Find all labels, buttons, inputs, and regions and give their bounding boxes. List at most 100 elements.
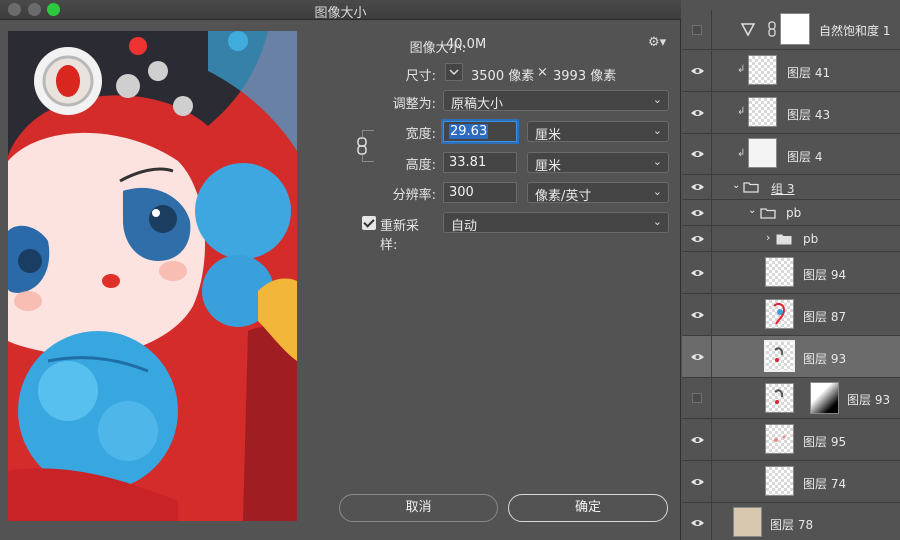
eye-icon[interactable] — [691, 209, 704, 217]
visibility-column — [682, 336, 712, 377]
visibility-toggle[interactable] — [692, 25, 702, 35]
layer-mask-thumbnail — [780, 13, 810, 45]
eye-icon[interactable] — [691, 150, 704, 158]
height-input-value: 33.81 — [449, 155, 487, 170]
eye-icon[interactable] — [691, 519, 704, 527]
link-icon[interactable] — [355, 137, 369, 155]
chevron-right-icon[interactable]: › — [766, 231, 770, 244]
layer-name: 图层 94 — [803, 268, 847, 282]
layer-name: 图层 78 — [770, 518, 814, 532]
layer-row[interactable]: 图层 95 — [682, 419, 900, 461]
height-unit-select[interactable]: 厘米 ⌄ — [527, 152, 669, 174]
figure-thumbnail-art — [773, 302, 786, 325]
height-input[interactable]: 33.81 — [443, 152, 517, 173]
visibility-column — [682, 134, 712, 174]
resample-checkbox[interactable] — [362, 216, 376, 230]
dimensions-height-value: 3993 像素 — [553, 69, 617, 84]
chain-link-icon — [768, 21, 776, 37]
layer-row[interactable]: › pb — [682, 226, 900, 252]
fit-to-label: 调整为: — [392, 97, 436, 112]
layer-row[interactable]: ↲ 图层 43 — [682, 92, 900, 134]
layer-name: 图层 43 — [787, 108, 831, 122]
layers-panel: 自然饱和度 1 ↲ 图层 41 ↲ 图层 43 ↲ 图层 4 ⌄ 组 3 ⌄ p… — [682, 0, 900, 540]
eye-icon[interactable] — [691, 67, 704, 75]
resolution-input-value: 300 — [449, 185, 474, 200]
layer-row[interactable]: ↲ 图层 4 — [682, 134, 900, 175]
photoshop-window: 图像大小 图像大小: 40.0M ⚙▾ 尺寸: 3500 像素 × 3993 像… — [0, 0, 900, 540]
visibility-toggle[interactable] — [692, 393, 702, 403]
chevron-down-icon — [449, 69, 459, 76]
preview-illustration — [8, 31, 297, 521]
layer-thumbnail — [765, 424, 794, 454]
chevron-down-icon[interactable]: ⌄ — [748, 205, 756, 216]
layer-name: pb — [786, 206, 802, 220]
figure-thumbnail-art — [774, 435, 786, 442]
resolution-unit-select[interactable]: 像素/英寸 ⌄ — [527, 182, 669, 204]
eye-icon[interactable] — [691, 109, 704, 117]
layer-row[interactable]: ⌄ 组 3 — [682, 175, 900, 200]
visibility-column — [682, 503, 712, 540]
eye-icon[interactable] — [691, 311, 704, 319]
width-input[interactable]: 29.63 — [443, 121, 517, 142]
layer-row[interactable]: 图层 94 — [682, 252, 900, 294]
ok-button[interactable]: 确定 — [508, 494, 668, 522]
clipping-arrow-icon: ↲ — [737, 106, 746, 117]
visibility-column — [682, 378, 712, 418]
layer-row[interactable]: 图层 78 — [682, 503, 900, 540]
layer-name: 图层 93 — [847, 393, 891, 407]
folder-icon — [760, 208, 776, 219]
resample-select[interactable]: 自动 ⌄ — [443, 212, 669, 234]
eye-icon[interactable] — [691, 183, 704, 191]
visibility-column — [682, 10, 712, 49]
image-size-dialog: 图像大小 图像大小: 40.0M ⚙▾ 尺寸: 3500 像素 × 3993 像… — [0, 0, 681, 540]
image-preview[interactable] — [8, 31, 297, 521]
chevron-down-icon: ⌄ — [652, 155, 662, 168]
layer-row[interactable]: 自然饱和度 1 — [682, 10, 900, 50]
image-size-value: 40.0M — [446, 37, 487, 52]
clipping-arrow-icon: ↲ — [737, 148, 746, 159]
layer-name: 图层 4 — [787, 150, 823, 164]
cancel-button[interactable]: 取消 — [339, 494, 498, 522]
layer-row-selected[interactable]: 图层 93 — [682, 336, 900, 378]
eye-icon[interactable] — [691, 235, 704, 243]
chevron-down-icon: ⌄ — [652, 124, 662, 137]
dimensions-label: 尺寸: — [405, 69, 436, 84]
dimensions-width-value: 3500 像素 — [471, 69, 535, 84]
clipping-arrow-icon: ↲ — [737, 64, 746, 75]
width-unit-select[interactable]: 厘米 ⌄ — [527, 121, 669, 143]
resolution-input[interactable]: 300 — [443, 182, 517, 203]
width-label: 宽度: — [405, 127, 436, 142]
layer-name: 图层 74 — [803, 477, 847, 491]
resample-label: 重新采样: — [380, 219, 420, 253]
visibility-column — [682, 51, 712, 91]
layer-thumbnail — [733, 507, 762, 537]
visibility-column — [682, 200, 712, 225]
layer-row[interactable]: 图层 74 — [682, 461, 900, 503]
visibility-column — [682, 175, 712, 199]
gear-icon[interactable]: ⚙▾ — [648, 35, 666, 50]
chevron-down-icon: ⌄ — [652, 215, 662, 228]
layer-thumbnail — [765, 466, 794, 496]
visibility-column — [682, 252, 712, 293]
layer-row[interactable]: 图层 93 — [682, 378, 900, 419]
eye-icon[interactable] — [691, 478, 704, 486]
resolution-unit-value: 像素/英寸 — [535, 189, 592, 204]
layer-row[interactable]: 图层 87 — [682, 294, 900, 336]
figure-thumbnail-art — [774, 389, 784, 404]
eye-icon[interactable] — [691, 353, 704, 361]
vibrance-adjustment-icon — [740, 23, 756, 37]
fit-to-select[interactable]: 原稿大小 ⌄ — [443, 90, 669, 112]
layer-thumbnail — [765, 257, 794, 287]
chevron-down-icon: ⌄ — [652, 93, 662, 106]
layer-name: 图层 41 — [787, 66, 831, 80]
eye-icon[interactable] — [691, 436, 704, 444]
chevron-down-icon[interactable]: ⌄ — [732, 180, 740, 191]
layer-name: 图层 87 — [803, 310, 847, 324]
visibility-column — [682, 419, 712, 460]
eye-icon[interactable] — [691, 269, 704, 277]
height-unit-value: 厘米 — [535, 159, 562, 174]
layer-row[interactable]: ⌄ pb — [682, 200, 900, 226]
dimensions-unit-toggle[interactable] — [445, 63, 463, 81]
layer-row[interactable]: ↲ 图层 41 — [682, 51, 900, 92]
width-unit-value: 厘米 — [535, 128, 562, 143]
